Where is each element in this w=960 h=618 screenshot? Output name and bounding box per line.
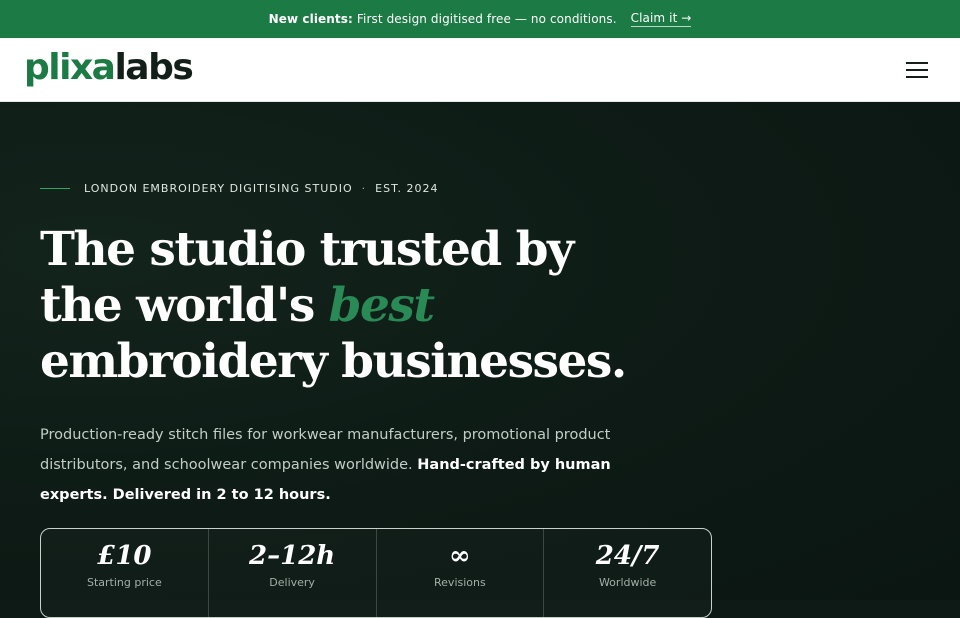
headline-accent: best [328, 278, 435, 333]
announcement-bar: New clients: First design digitised free… [0, 0, 960, 38]
eyebrow-studio: LONDON EMBROIDERY DIGITISING STUDIO [84, 182, 353, 195]
stat-value: £10 [97, 541, 152, 571]
eyebrow-separator: · [361, 182, 367, 195]
stat-label: Worldwide [598, 576, 657, 589]
stat-delivery: 2–12h Delivery [209, 529, 377, 617]
menu-bar [906, 62, 928, 64]
headline-line-3: embroidery businesses. [40, 334, 627, 389]
stat-label: Delivery [269, 576, 315, 589]
stat-worldwide: 24/7 Worldwide [544, 529, 711, 617]
hamburger-menu-icon[interactable] [900, 58, 934, 82]
hero-section: LONDON EMBROIDERY DIGITISING STUDIO · ES… [0, 102, 960, 618]
logo-suffix: labs [114, 47, 193, 88]
stat-revisions: ∞ Revisions [377, 529, 545, 617]
hero-eyebrow: LONDON EMBROIDERY DIGITISING STUDIO · ES… [40, 182, 438, 195]
headline-line-1: The studio trusted by [40, 222, 574, 277]
stat-label: Starting price [86, 576, 162, 589]
eyebrow-rule [40, 188, 70, 189]
eyebrow-established: EST. 2024 [375, 182, 439, 195]
announcement-lead: New clients: [268, 12, 353, 26]
hero-headline: The studio trusted by the world's best e… [40, 222, 740, 390]
menu-bar [906, 76, 928, 78]
stats-panel: £10 Starting price 2–12h Delivery ∞ Revi… [40, 528, 712, 618]
stat-value: 2–12h [249, 541, 336, 571]
logo-prefix: plixa [24, 47, 116, 88]
stat-value: ∞ [449, 541, 471, 571]
stat-value: 24/7 [595, 541, 660, 571]
menu-bar [906, 69, 928, 71]
claim-offer-link[interactable]: Claim it → [630, 11, 692, 27]
headline-line-2: the world's [40, 278, 329, 333]
site-header: plixalabs [0, 38, 960, 102]
announcement-text: First design digitised free — no conditi… [356, 12, 617, 26]
stat-starting-price: £10 Starting price [41, 529, 209, 617]
stat-label: Revisions [434, 576, 486, 589]
hero-description: Production-ready stitch files for workwe… [40, 420, 640, 510]
site-logo[interactable]: plixalabs [24, 46, 194, 90]
